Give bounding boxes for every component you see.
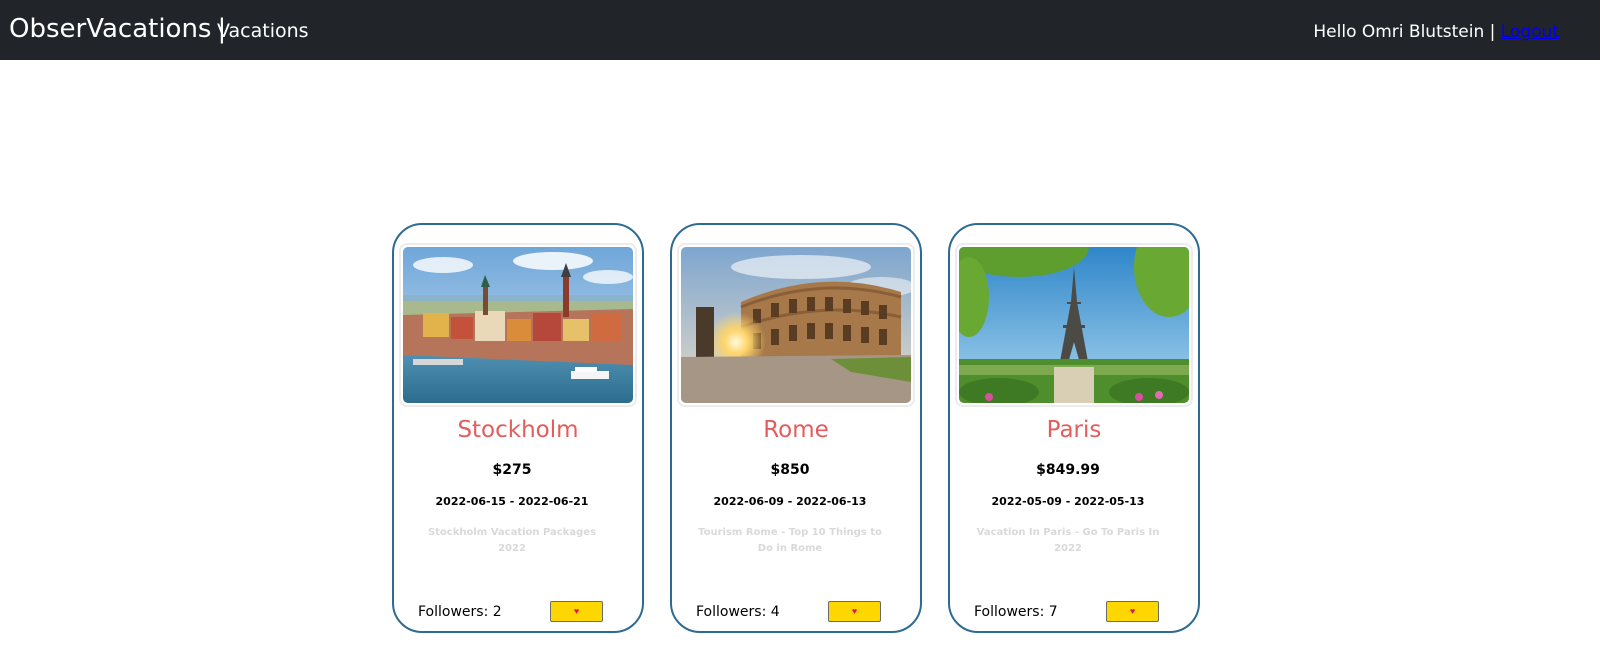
vacation-destination: Stockholm <box>457 417 579 443</box>
nav-vacations-link[interactable]: Vacations <box>217 19 309 43</box>
user-greeting: Hello Omri Blutstein | <box>1313 22 1496 42</box>
heart-icon: ♥ <box>1129 606 1136 616</box>
logout-link[interactable]: Logout <box>1501 22 1559 42</box>
top-navbar: ObserVacations | Vacations Hello Omri Blu… <box>0 0 1600 60</box>
vacation-image-frame <box>955 243 1193 407</box>
vacation-image-frame <box>399 243 637 407</box>
vacation-destination: Paris <box>1046 417 1102 443</box>
vacation-dates: 2022-06-15 - 2022-06-21 <box>435 495 589 508</box>
user-area: Hello Omri Blutstein | Logout <box>1313 21 1559 43</box>
vacation-price: $849.99 <box>1036 462 1100 478</box>
vacation-dates: 2022-05-09 - 2022-05-13 <box>991 495 1145 508</box>
vacation-description: Tourism Rome - Top 10 Things to Do in Ro… <box>698 527 882 554</box>
brand-logo[interactable]: ObserVacations | <box>9 12 230 46</box>
vacation-dates: 2022-06-09 - 2022-06-13 <box>713 495 867 508</box>
vacation-price: $275 <box>492 462 532 478</box>
followers-count: Followers: 4 <box>696 604 780 620</box>
brand-name[interactable]: ObserVacations <box>9 14 211 44</box>
vacation-card-stockholm: Stockholm $275 2022-06-15 - 2022-06-21 S… <box>392 223 644 633</box>
vacation-description: Stockholm Vacation Packages 2022 <box>427 527 597 554</box>
vacation-cards-list: Stockholm $275 2022-06-15 - 2022-06-21 S… <box>392 223 1200 633</box>
vacation-description: Vacation In Paris - Go To Paris In 2022 <box>976 527 1160 554</box>
follow-button[interactable]: ♥ <box>828 601 881 622</box>
heart-icon: ♥ <box>573 606 580 616</box>
vacation-image-rome <box>681 247 911 403</box>
followers-count: Followers: 7 <box>974 604 1058 620</box>
vacation-image-stockholm <box>403 247 633 403</box>
followers-count: Followers: 2 <box>418 604 502 620</box>
vacation-card-rome: Rome $850 2022-06-09 - 2022-06-13 Touris… <box>670 223 922 633</box>
vacation-destination: Rome <box>763 417 829 443</box>
vacation-image-frame <box>677 243 915 407</box>
follow-button[interactable]: ♥ <box>1106 601 1159 622</box>
vacation-image-paris <box>959 247 1189 403</box>
vacation-price: $850 <box>770 462 810 478</box>
follow-button[interactable]: ♥ <box>550 601 603 622</box>
heart-icon: ♥ <box>851 606 858 616</box>
vacation-card-paris: Paris $849.99 2022-05-09 - 2022-05-13 Va… <box>948 223 1200 633</box>
